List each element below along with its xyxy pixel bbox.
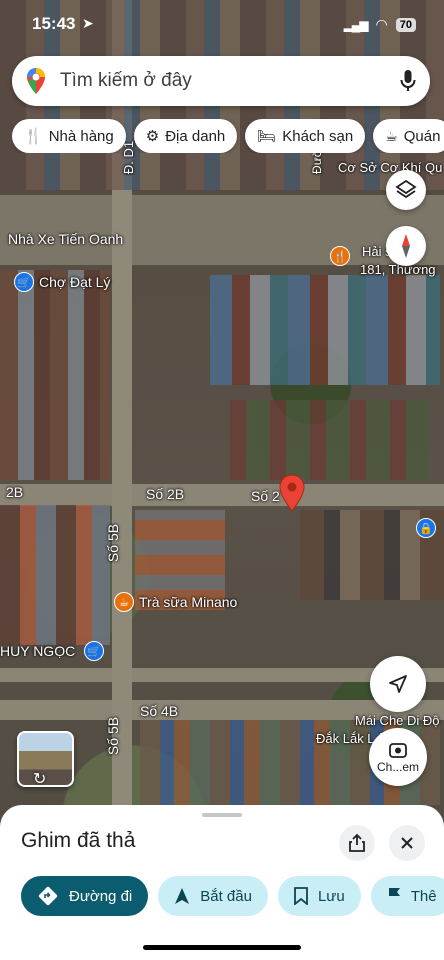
poi-tra-sua[interactable]: ☕ Trà sữa Minano [114,592,237,612]
chip-cafe[interactable]: ☕ Quán [373,119,444,153]
close-button[interactable] [389,825,425,861]
add-label-button[interactable]: Thê [370,876,444,916]
lens-button[interactable]: Ch...em [369,728,427,786]
poi-hai-san[interactable]: 🍴 [330,246,350,266]
chip-label: Địa danh [165,127,226,145]
save-button[interactable]: Lưu [277,876,361,916]
poi-cho-dat-ly[interactable]: 🛒 Chợ Đạt Lý [14,272,110,292]
roof-block [0,270,110,480]
map-label-road-so-2: Số 2 [251,488,280,504]
status-time: 15:43 [32,14,76,33]
add-label-text: Thê [410,887,437,905]
chip-label: Khách sạn [282,127,354,145]
map-label-mai-che: Mái Che Di Độ [355,713,440,728]
roof-block [230,400,430,480]
battery-indicator: 70 [395,17,416,32]
shopping-cart-icon: 🛒 [14,272,34,292]
my-location-button[interactable] [370,656,426,712]
status-bar: 15:43 ➤ ▂▄▆ ◠ 70 [0,0,444,48]
chip-restaurants[interactable]: 🍴 Nhà hàng [12,119,126,153]
map-label-co-so-co-khi: Cơ Sở Cơ Khí Qu [338,160,443,175]
map-label-road-so-2b: Số 2B [146,486,185,502]
poi-lock[interactable]: 🔒 [416,518,436,538]
directions-button[interactable]: Đường đi [21,876,149,916]
dropped-pin-icon[interactable] [279,474,305,512]
roof-block [210,275,440,385]
signal-icon: ▂▄▆ [343,17,369,32]
start-label: Bắt đầu [200,887,252,905]
action-buttons: Đường đi Bắt đầu Lưu Thê [21,876,444,916]
map-label-road-so-5b-bottom: Số 5B [105,716,122,756]
cafe-icon: ☕ [114,592,134,612]
shopping-cart-icon: 🛒 [84,641,104,661]
map-label-road-so-4b: Số 4B [140,703,179,719]
chip-label: Quán [403,127,441,145]
map-label-cho-dat-ly: Chợ Đạt Lý [39,274,111,290]
compass-icon [402,234,410,258]
layers-button[interactable] [386,170,426,210]
navigation-arrow-icon [175,888,190,904]
map-label-road-so-5b-top: Số 5B [105,523,122,563]
map-label-tra-sua: Trà sữa Minano [139,594,238,610]
roof-block [0,505,110,645]
flag-icon [388,888,400,904]
save-label: Lưu [317,887,345,905]
lens-button-label: Ch...em [376,759,419,774]
microphone-icon[interactable] [400,69,416,93]
sheet-drag-handle[interactable] [202,813,242,817]
poi-huy-ngoc-shop[interactable]: 🛒 [84,641,104,661]
chip-hotels[interactable]: 🛏 Khách sạn [245,119,366,153]
wifi-icon: ◠ [375,16,388,32]
home-indicator[interactable] [143,945,301,950]
chip-label: Nhà hàng [48,127,114,145]
road-so-2b [0,484,444,506]
rotate-360-icon: ↻ [33,771,47,787]
location-arrow-icon: ➤ [82,15,94,31]
bookmark-icon [294,887,308,905]
lock-icon: 🔒 [416,518,436,538]
street-view-thumbnail[interactable]: ↻ [17,731,74,787]
directions-label: Đường đi [69,887,133,905]
close-icon [401,837,413,849]
share-icon [349,834,365,852]
chip-landmarks[interactable]: ⚙ Địa danh [133,119,238,153]
camera-lens-icon [389,742,407,758]
bottom-sheet: Ghim đã thả Đường đi Bắt đầu Lưu Thê [0,805,444,960]
map-label-road-2b-left: 2B [6,484,24,500]
fork-knife-icon: 🍴 [24,128,43,145]
sheet-title: Ghim đã thả [21,829,136,852]
share-button[interactable] [339,825,375,861]
search-input[interactable]: Tìm kiếm ở đây [60,70,400,92]
start-button[interactable]: Bắt đầu [158,876,268,916]
search-bar[interactable]: Tìm kiếm ở đây [12,56,430,106]
maps-pin-logo-icon [27,68,45,94]
bed-icon: 🛏 [257,128,277,145]
coffee-cup-icon: ☕ [385,127,398,144]
landmark-icon: ⚙ [145,128,160,145]
map-label-huy-ngoc: HUY NGỌC [0,643,76,659]
compass-button[interactable] [386,226,426,266]
category-chips: 🍴 Nhà hàng ⚙ Địa danh 🛏 Khách sạn ☕ Quán [12,119,444,153]
navigation-arrow-icon [389,675,407,693]
directions-icon [38,886,58,906]
layers-icon [395,179,417,199]
restaurant-icon: 🍴 [330,246,350,266]
map-label-nha-xe: Nhà Xe Tiến Oanh [8,231,124,247]
